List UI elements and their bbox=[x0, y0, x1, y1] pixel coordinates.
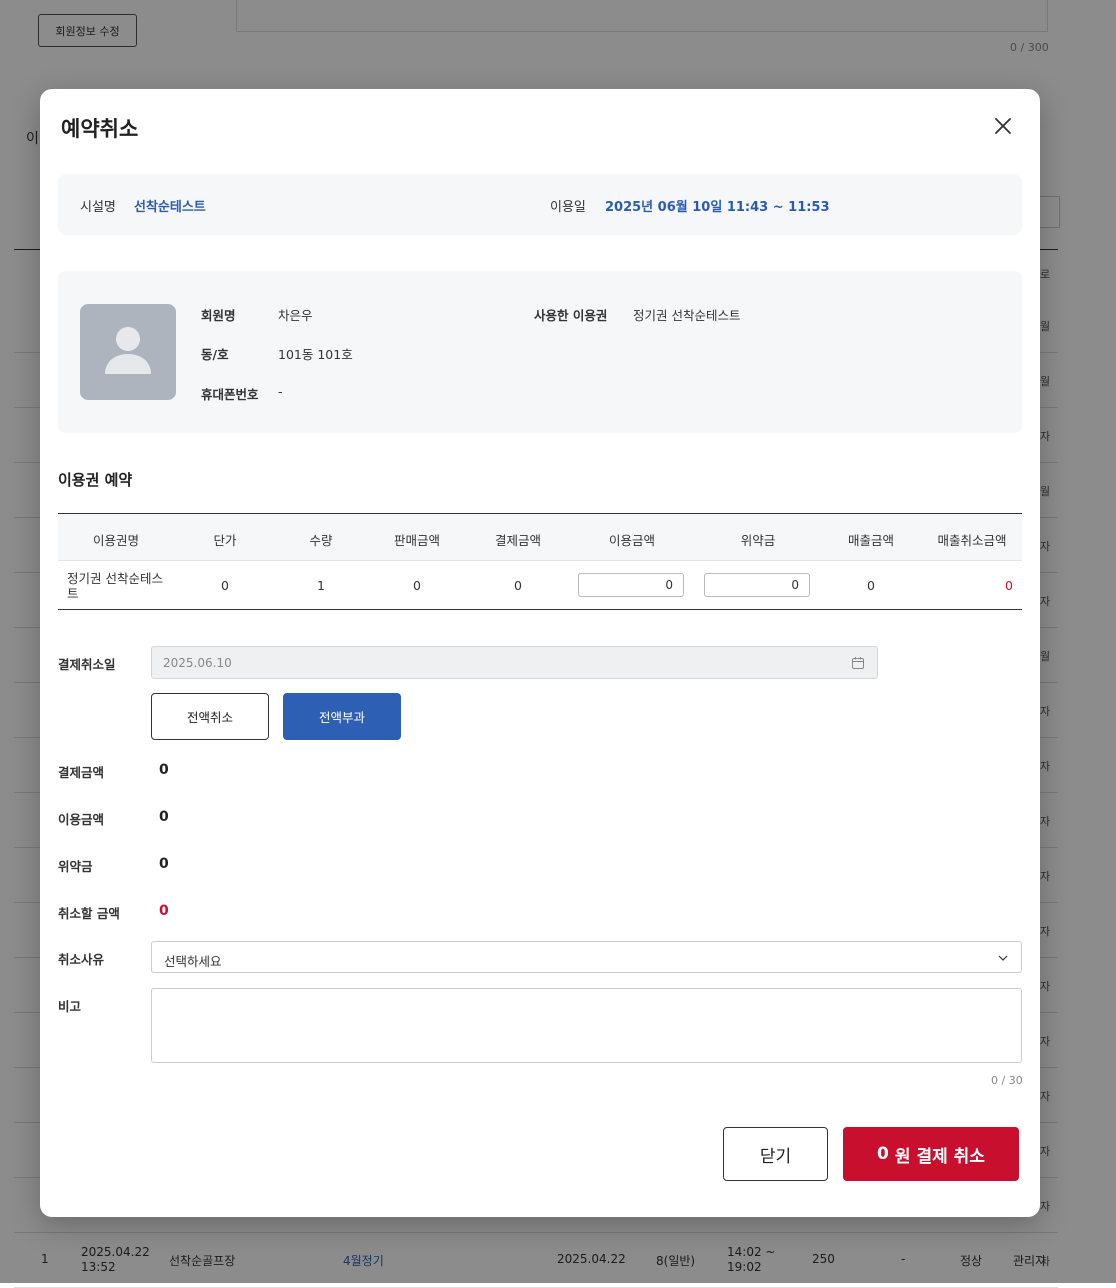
penalty-label: 위약금 bbox=[58, 859, 93, 874]
memo-counter: 0 / 30 bbox=[991, 1074, 1023, 1087]
full-cancel-button[interactable]: 전액취소 bbox=[151, 693, 269, 740]
header-revenue-cancel: 매출취소금액 bbox=[937, 533, 1007, 548]
cancel-date-field[interactable]: 2025.06.10 bbox=[151, 646, 878, 679]
header-quantity: 수량 bbox=[309, 533, 333, 548]
cancel-reservation-modal: 예약취소 시설명 선착순테스트 이용일 2025년 06월 10일 11:43 … bbox=[40, 89, 1040, 1217]
member-unit-value: 101동 101호 bbox=[278, 347, 353, 362]
row-paid-amount: 0 bbox=[514, 578, 522, 593]
member-phone-label: 휴대폰번호 bbox=[201, 387, 259, 402]
cancel-amount: 0 bbox=[877, 1144, 889, 1164]
modal-title: 예약취소 bbox=[61, 117, 139, 141]
paid-amount-label: 결제금액 bbox=[58, 765, 105, 780]
header-revenue: 매출금액 bbox=[847, 533, 895, 548]
paid-amount-value: 0 bbox=[159, 762, 169, 778]
member-card: 회원명 차은우 동/호 101동 101호 휴대폰번호 - 사용한 이용권 정기… bbox=[58, 271, 1022, 433]
close-button[interactable] bbox=[988, 111, 1018, 141]
avatar bbox=[80, 304, 176, 400]
row-sale-amount: 0 bbox=[413, 578, 421, 593]
row-revenue-cancel: 0 bbox=[1005, 578, 1013, 593]
refund-amount-label: 취소할 금액 bbox=[58, 906, 120, 921]
header-penalty: 위약금 bbox=[740, 533, 776, 548]
cancel-reason-select[interactable]: 선택하세요 bbox=[151, 941, 1022, 973]
table-bottom-border bbox=[58, 609, 1022, 610]
row-revenue: 0 bbox=[867, 578, 875, 593]
row-quantity: 1 bbox=[317, 578, 325, 593]
penalty-input[interactable]: 0 bbox=[704, 573, 810, 597]
penalty-value: 0 bbox=[159, 856, 169, 872]
refund-amount-value: 0 bbox=[159, 903, 169, 919]
use-date-value: 2025년 06월 10일 11:43 ~ 11:53 bbox=[605, 200, 830, 215]
user-icon bbox=[105, 327, 151, 374]
used-ticket-label: 사용한 이용권 bbox=[534, 308, 608, 323]
calendar-icon bbox=[852, 657, 864, 669]
header-paid-amount: 결제금액 bbox=[494, 533, 542, 548]
header-unit-price: 단가 bbox=[213, 533, 237, 548]
member-name-label: 회원명 bbox=[201, 308, 236, 323]
cancel-date-label: 결제취소일 bbox=[58, 657, 116, 672]
full-charge-button[interactable]: 전액부과 bbox=[283, 693, 401, 740]
header-ticket-name: 이용권명 bbox=[92, 533, 140, 548]
facility-value: 선착순테스트 bbox=[134, 200, 206, 215]
cancel-button-label: 원 결제 취소 bbox=[894, 1146, 985, 1167]
memo-textarea[interactable] bbox=[151, 988, 1022, 1063]
cancel-reason-placeholder: 선택하세요 bbox=[164, 954, 222, 969]
close-modal-button[interactable]: 닫기 bbox=[723, 1127, 828, 1181]
facility-label: 시설명 bbox=[80, 200, 116, 215]
member-name-value: 차은우 bbox=[278, 308, 313, 323]
reservation-info-bar: 시설명 선착순테스트 이용일 2025년 06월 10일 11:43 ~ 11:… bbox=[58, 174, 1022, 235]
usage-amount-value: 0 bbox=[159, 809, 169, 825]
header-sale-amount: 판매금액 bbox=[393, 533, 441, 548]
use-date-label: 이용일 bbox=[550, 200, 586, 215]
ticket-reservation-title: 이용권 예약 bbox=[58, 471, 133, 489]
memo-label: 비고 bbox=[58, 999, 82, 1014]
confirm-cancel-payment-button[interactable]: 0 원 결제 취소 bbox=[843, 1127, 1019, 1181]
header-usage-amount: 이용금액 bbox=[608, 533, 656, 548]
cancel-reason-label: 취소사유 bbox=[58, 952, 105, 967]
table-header: 이용권명 단가 수량 판매금액 결제금액 이용금액 위약금 매출금액 매출취소금… bbox=[58, 514, 1022, 561]
close-icon bbox=[995, 118, 1011, 134]
table-row: 정기권 선착순테스트 0 1 0 0 0 0 0 0 bbox=[58, 561, 1022, 609]
row-ticket-name: 정기권 선착순테스트 bbox=[67, 571, 163, 601]
member-unit-label: 동/호 bbox=[201, 347, 229, 362]
cancel-date-value: 2025.06.10 bbox=[163, 656, 232, 670]
usage-amount-label: 이용금액 bbox=[58, 812, 105, 827]
used-ticket-value: 정기권 선착순테스트 bbox=[633, 308, 741, 323]
usage-amount-input[interactable]: 0 bbox=[578, 573, 684, 597]
row-unit-price: 0 bbox=[221, 578, 229, 593]
chevron-down-icon bbox=[998, 955, 1008, 961]
member-phone-value: - bbox=[278, 384, 283, 399]
